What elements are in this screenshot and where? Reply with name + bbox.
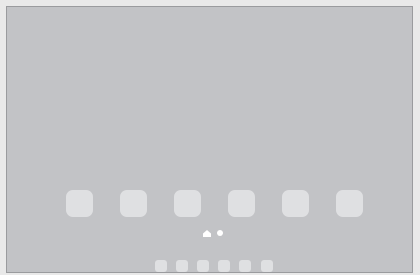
- app-grid-row: [66, 190, 367, 218]
- app-placeholder-icon[interactable]: [261, 260, 273, 272]
- app-placeholder-icon[interactable]: [120, 190, 147, 217]
- app-placeholder-icon[interactable]: [336, 190, 363, 217]
- home-screen: [6, 6, 413, 273]
- app-placeholder-icon[interactable]: [176, 260, 188, 272]
- app-placeholder-icon[interactable]: [197, 260, 209, 272]
- app-placeholder-icon[interactable]: [174, 190, 201, 217]
- app-placeholder-icon[interactable]: [155, 260, 167, 272]
- home-icon: [203, 230, 211, 237]
- page-indicator[interactable]: [203, 229, 227, 239]
- app-placeholder-icon[interactable]: [228, 190, 255, 217]
- app-placeholder-icon[interactable]: [66, 190, 93, 217]
- app-placeholder-icon[interactable]: [218, 260, 230, 272]
- page-dot[interactable]: [217, 230, 223, 236]
- app-placeholder-icon[interactable]: [239, 260, 251, 272]
- app-placeholder-icon[interactable]: [282, 190, 309, 217]
- dock: [155, 260, 277, 274]
